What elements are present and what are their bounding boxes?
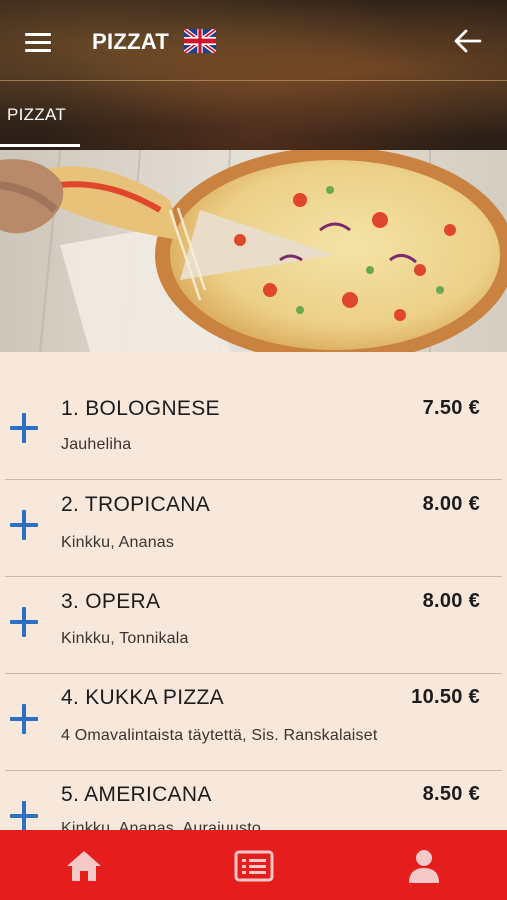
hero-pizza-image xyxy=(0,150,507,352)
header: PIZZAT PIZZAT xyxy=(0,0,507,150)
item-description: Kinkku, Tonnikala xyxy=(61,630,189,647)
item-description: 4 Omavalintaista täytettä, Sis. Ranskala… xyxy=(61,727,378,744)
item-price: 7.50 € xyxy=(422,397,480,419)
item-name: 2. TROPICANA xyxy=(61,493,211,516)
item-name: 1. BOLOGNESE xyxy=(61,397,220,420)
plus-icon[interactable] xyxy=(10,801,40,830)
list-item[interactable]: 1. BOLOGNESE 7.50 € Jauheliha xyxy=(0,352,507,480)
item-name: 5. AMERICANA xyxy=(61,783,212,806)
pizza-illustration xyxy=(0,150,507,352)
plus-icon[interactable] xyxy=(10,607,40,637)
list-item[interactable]: 4. KUKKA PIZZA 10.50 € 4 Omavalintaista … xyxy=(0,674,507,771)
category-tabs: PIZZAT xyxy=(0,81,507,150)
plus-icon[interactable] xyxy=(10,704,40,734)
arrow-left-icon[interactable] xyxy=(452,28,482,54)
plus-icon[interactable] xyxy=(10,510,40,540)
home-icon[interactable] xyxy=(64,848,104,884)
tab-label: PIZZAT xyxy=(7,105,67,124)
item-price: 10.50 € xyxy=(411,686,480,708)
active-tab-indicator xyxy=(0,144,80,147)
item-description: Kinkku, Ananas, Aurajuusto xyxy=(61,820,261,830)
item-price: 8.00 € xyxy=(422,493,480,515)
plus-icon[interactable] xyxy=(10,413,40,443)
list-item[interactable]: 3. OPERA 8.00 € Kinkku, Tonnikala xyxy=(0,577,507,674)
bottom-navigation xyxy=(0,830,507,900)
item-price: 8.00 € xyxy=(422,590,480,612)
uk-flag-icon[interactable] xyxy=(184,29,216,53)
page-title: PIZZAT xyxy=(92,29,170,54)
item-description: Jauheliha xyxy=(61,436,132,453)
item-name: 3. OPERA xyxy=(61,590,161,613)
tab-pizzat[interactable]: PIZZAT xyxy=(0,103,80,147)
user-icon[interactable] xyxy=(404,848,444,884)
hamburger-menu-icon[interactable] xyxy=(25,33,53,53)
item-name: 4. KUKKA PIZZA xyxy=(61,686,224,709)
item-description: Kinkku, Ananas xyxy=(61,534,175,551)
item-price: 8.50 € xyxy=(422,783,480,805)
list-item[interactable]: 2. TROPICANA 8.00 € Kinkku, Ananas xyxy=(0,480,507,577)
list-item[interactable]: 5. AMERICANA 8.50 € Kinkku, Ananas, Aura… xyxy=(0,771,507,830)
top-app-bar: PIZZAT xyxy=(0,0,507,80)
menu-list-icon[interactable] xyxy=(234,848,274,884)
menu-list: 1. BOLOGNESE 7.50 € Jauheliha 2. TROPICA… xyxy=(0,352,507,830)
